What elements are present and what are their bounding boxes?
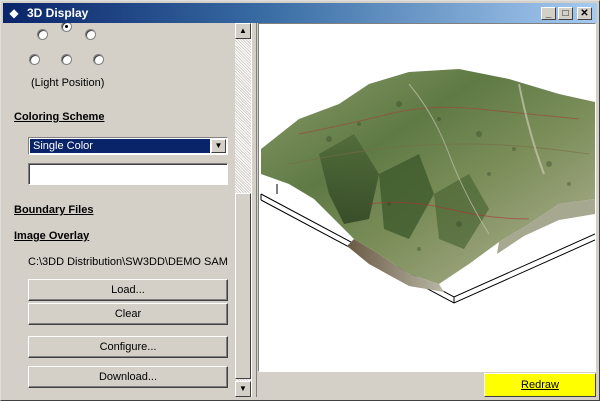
settings-panel: (Light Position) Coloring Scheme Single … (3, 23, 235, 397)
overlay-path: C:\3DD Distribution\SW3DD\DEMO SAM (28, 256, 228, 268)
download-button[interactable]: Download... (28, 366, 228, 388)
maximize-icon: □ (562, 8, 569, 19)
redraw-label: Redraw (521, 379, 559, 391)
arrow-up-icon[interactable]: ▲ (235, 23, 251, 39)
panel-scrollbar[interactable]: ▲ ▼ (235, 23, 251, 397)
redraw-button[interactable]: Redraw (484, 373, 596, 397)
3d-viewport[interactable] (258, 23, 596, 372)
light-radio-bottom-left[interactable] (29, 54, 40, 65)
load-button[interactable]: Load... (28, 279, 228, 301)
light-position-label: (Light Position) (31, 77, 105, 89)
status-bar (258, 373, 484, 397)
app-icon[interactable]: ◆ (7, 6, 21, 20)
chevron-down-icon[interactable]: ▼ (211, 139, 226, 153)
window-title: 3D Display (27, 6, 89, 20)
light-radio-bottom-right[interactable] (93, 54, 104, 65)
minimize-icon: _ (545, 8, 552, 19)
minimize-button[interactable]: _ (541, 7, 556, 20)
configure-button[interactable]: Configure... (28, 336, 228, 358)
light-radio-top-center[interactable] (61, 23, 72, 32)
clear-button[interactable]: Clear (28, 303, 228, 325)
coloring-scheme-select[interactable]: Single Color ▼ (28, 137, 228, 155)
coloring-scheme-heading: Coloring Scheme (14, 111, 105, 123)
close-icon: ✕ (580, 8, 589, 19)
title-bar[interactable]: ◆ 3D Display _ □ ✕ (3, 3, 597, 23)
light-radio-top-right[interactable] (85, 29, 96, 40)
close-button[interactable]: ✕ (577, 7, 592, 20)
scrollbar-thumb[interactable] (235, 193, 251, 379)
image-overlay-heading: Image Overlay (14, 230, 90, 242)
terrain-render (260, 69, 595, 304)
light-radio-bottom-center[interactable] (61, 54, 72, 65)
coloring-scheme-value: Single Color (30, 139, 210, 153)
arrow-down-icon[interactable]: ▼ (235, 381, 251, 397)
light-radio-top-left[interactable] (37, 29, 48, 40)
boundary-files-heading[interactable]: Boundary Files (14, 204, 93, 216)
color-field[interactable] (28, 163, 228, 185)
maximize-button[interactable]: □ (558, 7, 573, 20)
pane-splitter[interactable] (251, 23, 257, 397)
